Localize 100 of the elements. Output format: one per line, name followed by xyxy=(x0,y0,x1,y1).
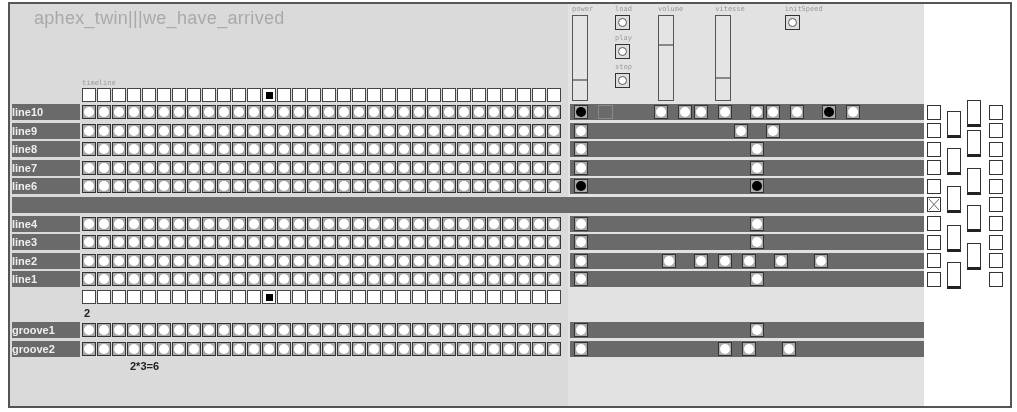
tall-toggle[interactable] xyxy=(947,111,961,138)
tall-toggle[interactable] xyxy=(967,100,981,127)
timeline-step[interactable] xyxy=(412,290,426,305)
step-toggle[interactable] xyxy=(142,323,156,338)
step-toggle[interactable] xyxy=(547,253,561,268)
side-checkbox[interactable] xyxy=(927,141,941,157)
step-toggle[interactable] xyxy=(157,341,171,356)
step-toggle[interactable] xyxy=(187,160,201,175)
timeline-step[interactable] xyxy=(172,290,186,305)
step-toggle[interactable] xyxy=(232,341,246,356)
step-toggle[interactable] xyxy=(307,105,321,119)
timeline-step[interactable] xyxy=(97,290,111,305)
step-toggle[interactable] xyxy=(487,272,501,287)
step-toggle[interactable] xyxy=(337,235,351,250)
step-toggle[interactable] xyxy=(322,142,336,157)
step-toggle[interactable] xyxy=(97,253,111,268)
step-toggle[interactable] xyxy=(217,105,231,119)
step-toggle[interactable] xyxy=(262,272,276,287)
step-toggle[interactable] xyxy=(442,216,456,231)
timeline-step[interactable] xyxy=(472,290,486,305)
side-checkbox[interactable] xyxy=(927,160,941,176)
side-checkbox[interactable] xyxy=(989,160,1003,176)
timeline-step[interactable] xyxy=(247,88,261,102)
step-toggle[interactable] xyxy=(532,179,546,194)
step-toggle[interactable] xyxy=(187,272,201,287)
step-toggle[interactable] xyxy=(292,142,306,157)
step-toggle[interactable] xyxy=(502,142,516,157)
step-toggle[interactable] xyxy=(157,235,171,250)
step-toggle[interactable] xyxy=(532,323,546,338)
step-toggle[interactable] xyxy=(217,235,231,250)
step-toggle[interactable] xyxy=(337,142,351,157)
step-toggle[interactable] xyxy=(352,142,366,157)
step-toggle[interactable] xyxy=(127,123,141,138)
step-toggle[interactable] xyxy=(487,105,501,119)
timeline-step[interactable] xyxy=(187,290,201,305)
timeline-step[interactable] xyxy=(517,88,531,102)
step-toggle[interactable] xyxy=(367,160,381,175)
step-toggle[interactable] xyxy=(337,105,351,119)
step-toggle[interactable] xyxy=(247,323,261,338)
step-toggle[interactable] xyxy=(307,179,321,194)
step-toggle[interactable] xyxy=(127,235,141,250)
side-checkbox[interactable] xyxy=(927,271,941,287)
step-toggle[interactable] xyxy=(517,323,531,338)
step-toggle[interactable] xyxy=(292,323,306,338)
timeline-step[interactable] xyxy=(532,88,546,102)
toggle[interactable] xyxy=(654,105,668,119)
step-toggle[interactable] xyxy=(457,123,471,138)
step-toggle[interactable] xyxy=(502,105,516,119)
step-toggle[interactable] xyxy=(112,123,126,138)
timeline-step[interactable] xyxy=(292,290,306,305)
step-toggle[interactable] xyxy=(487,142,501,157)
step-toggle[interactable] xyxy=(502,323,516,338)
step-toggle[interactable] xyxy=(502,179,516,194)
step-toggle[interactable] xyxy=(502,216,516,231)
timeline-step[interactable] xyxy=(532,290,546,305)
step-toggle[interactable] xyxy=(127,323,141,338)
step-toggle[interactable] xyxy=(172,123,186,138)
tall-toggle[interactable] xyxy=(967,243,981,270)
step-toggle[interactable] xyxy=(397,160,411,175)
step-toggle[interactable] xyxy=(517,253,531,268)
timeline-step[interactable] xyxy=(277,88,291,102)
step-toggle[interactable] xyxy=(127,142,141,157)
step-toggle[interactable] xyxy=(217,123,231,138)
step-toggle[interactable] xyxy=(442,253,456,268)
step-toggle[interactable] xyxy=(337,160,351,175)
step-toggle[interactable] xyxy=(157,179,171,194)
step-toggle[interactable] xyxy=(97,160,111,175)
slider-thumb[interactable] xyxy=(658,44,673,47)
toggle[interactable] xyxy=(766,105,780,119)
step-toggle[interactable] xyxy=(292,253,306,268)
step-toggle[interactable] xyxy=(337,179,351,194)
step-toggle[interactable] xyxy=(217,160,231,175)
step-toggle[interactable] xyxy=(322,105,336,119)
step-toggle[interactable] xyxy=(547,105,561,119)
timeline-step[interactable] xyxy=(157,88,171,102)
step-toggle[interactable] xyxy=(292,123,306,138)
step-toggle[interactable] xyxy=(232,323,246,338)
step-toggle[interactable] xyxy=(292,235,306,250)
step-toggle[interactable] xyxy=(97,123,111,138)
step-toggle[interactable] xyxy=(112,216,126,231)
step-toggle[interactable] xyxy=(157,323,171,338)
step-toggle[interactable] xyxy=(247,216,261,231)
timeline-step[interactable] xyxy=(187,88,201,102)
step-toggle[interactable] xyxy=(517,160,531,175)
power-toggle[interactable] xyxy=(573,253,588,268)
step-toggle[interactable] xyxy=(427,142,441,157)
step-toggle[interactable] xyxy=(457,142,471,157)
step-toggle[interactable] xyxy=(457,179,471,194)
step-toggle[interactable] xyxy=(382,272,396,287)
toggle[interactable] xyxy=(782,341,796,356)
timeline-step[interactable] xyxy=(157,290,171,305)
toggle[interactable] xyxy=(694,105,708,119)
side-checkbox[interactable] xyxy=(989,104,1003,120)
timeline-step[interactable] xyxy=(142,290,156,305)
timeline-step[interactable] xyxy=(412,88,426,102)
step-toggle[interactable] xyxy=(367,235,381,250)
step-toggle[interactable] xyxy=(427,253,441,268)
tall-toggle[interactable] xyxy=(947,225,961,252)
step-toggle[interactable] xyxy=(97,235,111,250)
step-toggle[interactable] xyxy=(322,253,336,268)
